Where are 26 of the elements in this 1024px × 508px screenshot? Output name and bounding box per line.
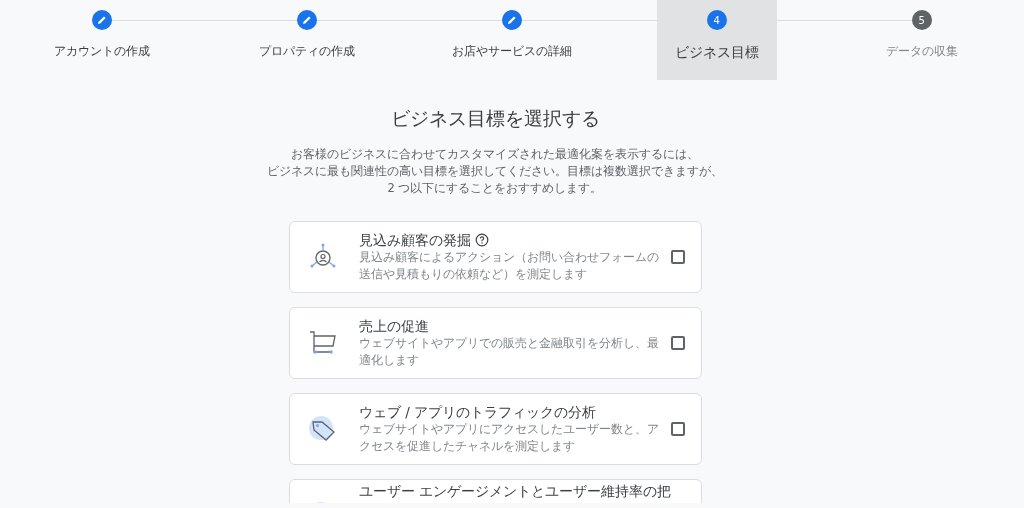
step-label: データの収集 <box>885 43 958 60</box>
intro-text: ビジネスに最も関連性の高い目標を選択してください。目標は複数選択できますが、 <box>267 163 723 180</box>
step-label: お店やサービスの詳細 <box>452 43 572 60</box>
goal-title: 見込み顧客の発掘 <box>359 231 471 249</box>
goal-card[interactable]: ウェブ / アプリのトラフィックの分析 ウェブサイトやアプリにアクセスしたユーザー数と、アクセスを促進したチャネルを測定します <box>289 393 702 465</box>
goal-title: 売上の促進 <box>359 317 429 335</box>
goal-title: ユーザー エンゲージメントとユーザー維持率の把 <box>359 482 672 500</box>
checkbox[interactable] <box>671 250 685 264</box>
step-number: 4 <box>706 10 727 30</box>
help-icon[interactable] <box>475 233 489 247</box>
checkbox[interactable] <box>671 422 685 436</box>
goal-description: ウェブサイトやアプリにアクセスしたユーザー数と、アクセスを促進したチャネルを測定します <box>359 421 659 455</box>
goal-description: ウェブサイトやアプリでの販売と金融取引を分析し、最適化します <box>359 335 659 369</box>
goal-description: 見込み顧客によるアクション（お問い合わせフォームの送信や見積もりの依頼など）を測定します <box>359 249 659 283</box>
goal-card[interactable]: ユーザー エンゲージメントとユーザー維持率の把 <box>289 479 702 503</box>
checkbox[interactable] <box>671 336 685 350</box>
step-label: アカウントの作成 <box>54 43 151 60</box>
goal-card[interactable]: 売上の促進 ウェブサイトやアプリでの販売と金融取引を分析し、最適化します <box>289 307 702 379</box>
step-label: プロパティの作成 <box>259 43 356 60</box>
step-number: 5 <box>911 10 932 30</box>
goal-title: ウェブ / アプリのトラフィックの分析 <box>359 403 597 421</box>
intro-text: お客様のビジネスに合わせてカスタマイズされた最適化案を表示するには、 <box>291 146 699 163</box>
page-heading: ビジネス目標を選択する <box>389 106 601 131</box>
goal-card[interactable]: 見込み顧客の発掘 見込み顧客によるアクション（お問い合わせフォームの送信や見積もりの依頼など）を測定します <box>289 221 702 293</box>
intro-text: 2 つ以下にすることをおすすめします。 <box>387 180 603 197</box>
step-label: ビジネス目標 <box>674 43 759 62</box>
